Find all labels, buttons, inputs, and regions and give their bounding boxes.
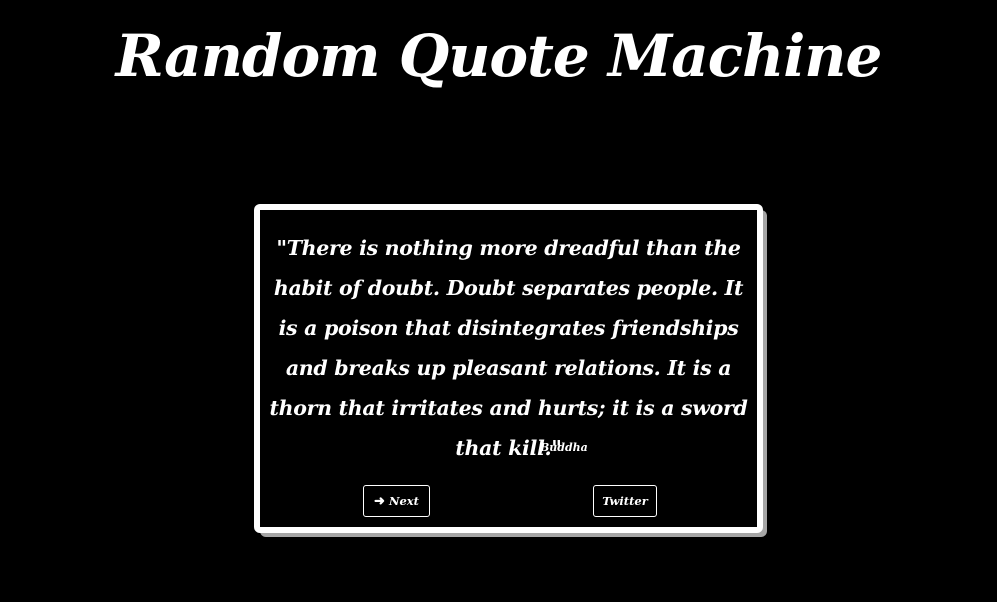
twitter-button-label: Twitter (602, 494, 648, 508)
arrow-right-icon: ➜ (374, 493, 385, 509)
twitter-button[interactable]: Twitter (593, 485, 657, 517)
quote-author: Buddha (540, 441, 588, 454)
quote-text: "There is nothing more dreadful than the… (269, 236, 748, 460)
page-title: Random Quote Machine (115, 22, 883, 90)
next-button-label: Next (388, 494, 419, 508)
next-button[interactable]: ➜ Next (363, 485, 430, 517)
quote-card: "There is nothing more dreadful than the… (254, 204, 763, 533)
